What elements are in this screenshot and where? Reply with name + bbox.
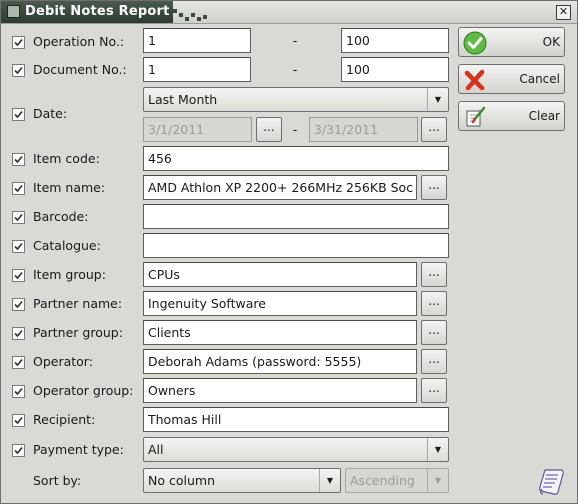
partner-group-checkbox[interactable] [12, 327, 25, 340]
eraser-icon [466, 106, 486, 127]
title-bar[interactable]: Debit Notes Report ✕ [1, 1, 577, 24]
recipient-checkbox[interactable] [12, 414, 25, 427]
operation-no-checkbox[interactable] [12, 36, 25, 49]
payment-type-label: Payment type: [33, 442, 124, 457]
catalogue-label: Catalogue: [33, 238, 101, 253]
cancel-button-label: Cancel [519, 72, 560, 86]
operator-picker-button[interactable]: ... [421, 349, 447, 374]
item-code-label: Item code: [33, 151, 100, 166]
window-menu-icon[interactable] [7, 5, 20, 18]
barcode-checkbox[interactable] [12, 211, 25, 224]
sort-by-label: Sort by: [33, 473, 82, 488]
item-name-label: Item name: [33, 180, 106, 195]
date-checkbox[interactable] [12, 108, 25, 121]
item-name-checkbox[interactable] [12, 182, 25, 195]
document-no-label: Document No.: [33, 62, 127, 77]
chevron-down-icon: ▼ [427, 438, 448, 461]
sort-direction-select[interactable]: Ascending ▼ [345, 468, 449, 493]
item-code-checkbox[interactable] [12, 153, 25, 166]
operation-no-to-input[interactable]: 100 [341, 28, 449, 53]
item-name-input[interactable]: AMD Athlon XP 2200+ 266MHz 256KB Soc [143, 175, 417, 200]
operator-checkbox[interactable] [12, 356, 25, 369]
document-no-checkbox[interactable] [12, 64, 25, 77]
operation-no-from-input[interactable]: 1 [143, 28, 251, 53]
item-group-input[interactable]: CPUs [143, 262, 417, 287]
operator-input[interactable]: Deborah Adams (password: 5555) [143, 349, 417, 374]
document-no-from-input[interactable]: 1 [143, 57, 251, 82]
partner-name-input[interactable]: Ingenuity Software [143, 291, 417, 316]
sort-direction-value: Ascending [350, 473, 415, 488]
payment-type-value: All [148, 442, 164, 457]
window-title: Debit Notes Report [25, 4, 170, 19]
title-decoration [173, 9, 213, 23]
payment-type-select[interactable]: All ▼ [143, 437, 449, 462]
barcode-input[interactable] [143, 204, 449, 229]
partner-name-picker-button[interactable]: ... [421, 291, 447, 316]
recipient-input[interactable]: Thomas Hill [143, 407, 449, 432]
date-to-input[interactable]: 3/31/2011 [309, 117, 418, 142]
ok-button[interactable]: OK [458, 27, 565, 57]
date-period-select[interactable]: Last Month ▼ [143, 87, 449, 112]
item-group-picker-button[interactable]: ... [421, 262, 447, 287]
report-window: Debit Notes Report ✕ Operation No.: 1 - … [0, 0, 578, 504]
partner-name-checkbox[interactable] [12, 298, 25, 311]
clear-button[interactable]: Clear [458, 101, 565, 131]
operator-group-picker-button[interactable]: ... [421, 378, 447, 403]
catalogue-checkbox[interactable] [12, 240, 25, 253]
red-x-icon [464, 69, 485, 91]
partner-group-input[interactable]: Clients [143, 320, 417, 345]
payment-type-checkbox[interactable] [12, 444, 25, 457]
title-tab: Debit Notes Report [1, 1, 173, 23]
operation-no-separator: - [292, 33, 298, 48]
sort-column-value: No column [148, 473, 215, 488]
date-separator: - [292, 122, 298, 137]
operator-group-input[interactable]: Owners [143, 378, 417, 403]
chevron-down-icon: ▼ [427, 88, 448, 111]
ok-button-label: OK [542, 35, 560, 49]
close-button[interactable]: ✕ [556, 5, 571, 20]
clear-button-label: Clear [528, 109, 560, 123]
item-group-checkbox[interactable] [12, 269, 25, 282]
date-from-picker-button[interactable]: ... [256, 117, 282, 142]
catalogue-input[interactable] [143, 233, 449, 258]
chevron-down-icon: ▼ [427, 469, 448, 492]
date-from-input[interactable]: 3/1/2011 [143, 117, 252, 142]
document-no-separator: - [292, 62, 298, 77]
chevron-down-icon: ▼ [319, 469, 340, 492]
item-group-label: Item group: [33, 267, 106, 282]
check-circle-icon [463, 31, 487, 55]
operator-group-label: Operator group: [33, 383, 134, 398]
scroll-report-icon [539, 469, 564, 495]
item-code-input[interactable]: 456 [143, 146, 449, 171]
item-name-picker-button[interactable]: ... [421, 175, 447, 200]
partner-name-label: Partner name: [33, 296, 123, 311]
partner-group-label: Partner group: [33, 325, 123, 340]
operator-label: Operator: [33, 354, 93, 369]
barcode-label: Barcode: [33, 209, 89, 224]
operator-group-checkbox[interactable] [12, 385, 25, 398]
cancel-button[interactable]: Cancel [458, 64, 565, 94]
operation-no-label: Operation No.: [33, 34, 125, 49]
date-period-value: Last Month [148, 92, 218, 107]
sort-column-select[interactable]: No column ▼ [143, 468, 341, 493]
date-label: Date: [33, 106, 68, 121]
recipient-label: Recipient: [33, 412, 96, 427]
date-to-picker-button[interactable]: ... [421, 117, 447, 142]
document-no-to-input[interactable]: 100 [341, 57, 449, 82]
partner-group-picker-button[interactable]: ... [421, 320, 447, 345]
